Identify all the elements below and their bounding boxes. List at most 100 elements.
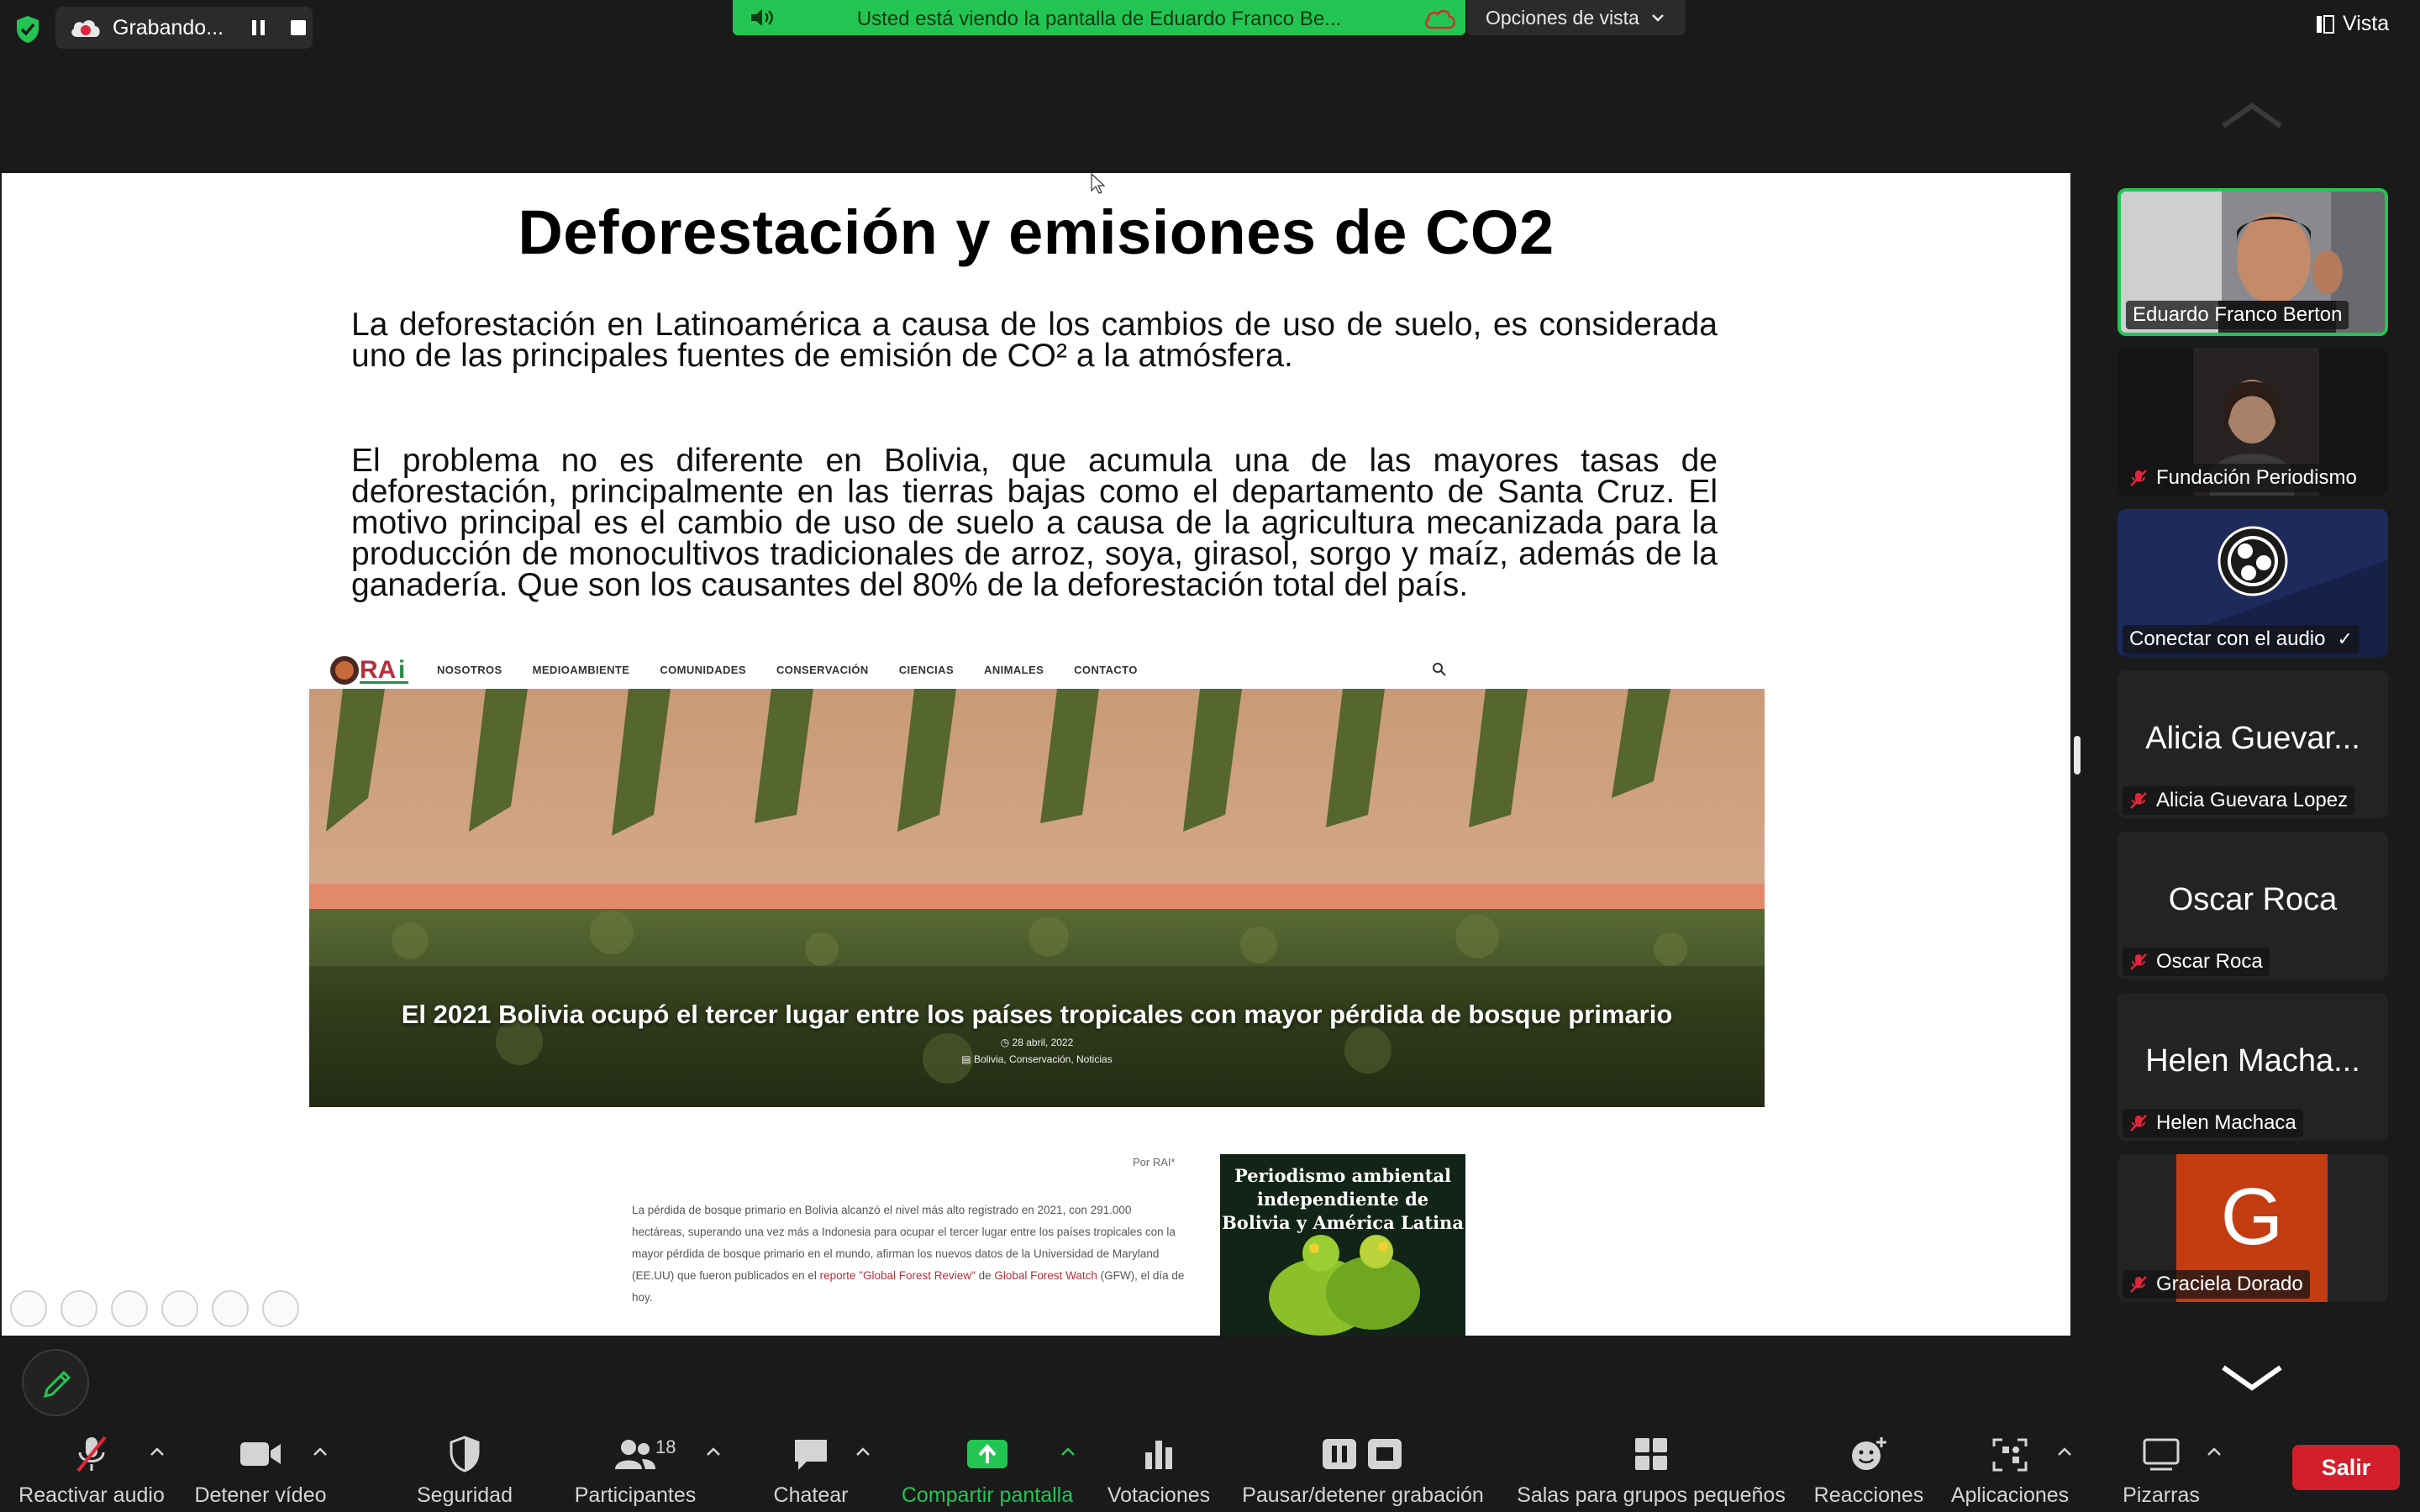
share-screen-button[interactable]: Compartir pantalla [892, 1421, 1082, 1512]
article-tags: ▤ Bolivia, Conservación, Noticias [961, 1053, 1113, 1065]
nav-item-comunidades: COMUNIDADES [660, 664, 746, 676]
polls-button[interactable]: Votaciones [1101, 1421, 1217, 1512]
article-link-report: reporte "Global Forest Review" [819, 1269, 976, 1282]
article-byline: Por RAI* [1133, 1156, 1176, 1168]
leave-meeting-button[interactable]: Salir [2292, 1445, 2400, 1490]
more-options-icon[interactable] [262, 1290, 299, 1327]
chevron-up-icon[interactable] [2207, 1446, 2222, 1457]
whiteboards-button[interactable]: Pizarras [2107, 1421, 2215, 1512]
chat-bubble-icon [795, 1440, 827, 1470]
participant-name: Helen Machaca [2123, 1109, 2303, 1137]
reactions-button[interactable]: Reacciones [1807, 1421, 1931, 1512]
avatar-initial: G [2220, 1172, 2284, 1262]
share-banner-text: Usted está viendo la pantalla de Eduardo… [856, 8, 1342, 30]
participant-name: Eduardo Franco Berton [2126, 301, 2349, 329]
article-headline: El 2021 Bolivia ocupó el tercer lugar en… [401, 1000, 1673, 1029]
svg-text:i: i [398, 656, 405, 684]
chat-button[interactable]: Chatear [756, 1421, 865, 1512]
participant-display-name: Helen Macha... [2145, 1043, 2360, 1079]
view-options-label: Opciones de vista [1486, 6, 1639, 29]
muted-mic-icon [76, 1436, 107, 1473]
screen-share-banner: Usted está viendo la pantalla de Eduardo… [733, 0, 1465, 35]
pause-stop-icon [1323, 1439, 1402, 1469]
cloud-recording-icon [71, 20, 100, 37]
slides-grid-icon[interactable] [161, 1290, 198, 1327]
shared-screen[interactable]: Deforestación y emisiones de CO2 La defo… [2, 173, 2070, 1336]
slide-annotation-tools [10, 1290, 313, 1327]
chevron-up-icon[interactable] [2218, 99, 2286, 133]
stop-recording-icon[interactable] [291, 20, 306, 35]
split-handle[interactable] [2074, 736, 2081, 774]
slide-paragraph-2: El problema no es diferente en Bolivia, … [351, 443, 1718, 603]
muted-mic-icon [2130, 792, 2147, 809]
participant-name: Alicia Guevara Lopez [2123, 786, 2355, 815]
pencil-icon [43, 1370, 71, 1399]
chevron-up-icon[interactable] [1060, 1446, 1076, 1457]
cloud-icon [1424, 9, 1455, 29]
chevron-down-icon[interactable] [2218, 1361, 2286, 1394]
participant-name: Fundación Periodismo [2123, 464, 2364, 492]
participants-button[interactable]: 18 Participantes [568, 1421, 702, 1512]
nav-item-animales: ANIMALES [984, 664, 1044, 676]
chevron-up-icon[interactable] [706, 1446, 721, 1457]
security-button[interactable]: Seguridad [402, 1421, 528, 1512]
slide-title: Deforestación y emisiones de CO2 [518, 197, 1555, 267]
article-date: ◷ 28 abril, 2022 [1000, 1037, 1074, 1048]
nav-item-ciencias: CIENCIAS [898, 664, 955, 676]
stop-video-button[interactable]: Detener vídeo [185, 1421, 336, 1512]
breakout-rooms-icon [1635, 1438, 1667, 1470]
view-options-dropdown[interactable]: Opciones de vista [1467, 0, 1686, 35]
video-tile-obs[interactable]: Conectar con el audio ✓ [2118, 509, 2388, 657]
check-icon: ✓ [2337, 628, 2353, 649]
view-grid-icon [2317, 14, 2334, 34]
rai-logo: RA i [330, 656, 408, 685]
participant-name: Graciela Dorado [2123, 1270, 2310, 1299]
participant-name: Oscar Roca [2123, 948, 2270, 976]
video-tile-eduardo[interactable]: Eduardo Franco Berton [2118, 188, 2388, 336]
top-bar: Grabando... Usted está viendo la pantall… [0, 0, 2420, 55]
nav-item-nosotros: NOSOTROS [437, 664, 502, 676]
participant-display-name: Oscar Roca [2168, 882, 2338, 917]
chevron-up-icon[interactable] [855, 1446, 871, 1457]
view-button[interactable]: Vista [2316, 12, 2389, 36]
magazine-title: Periodismo ambiental independiente de Bo… [1222, 1165, 1464, 1233]
video-tile-helen[interactable]: Helen Macha... Helen Machaca [2118, 993, 2388, 1141]
bar-chart-icon [1145, 1441, 1172, 1469]
chevron-up-icon[interactable] [150, 1446, 165, 1457]
shield-icon [450, 1436, 480, 1473]
nav-item-conservacion: CONSERVACIÓN [776, 664, 869, 676]
annotate-button[interactable] [22, 1349, 89, 1416]
breakout-rooms-button[interactable]: Salas para grupos pequeños [1512, 1421, 1790, 1512]
unmute-button[interactable]: Reactivar audio [12, 1421, 171, 1512]
previous-slide-icon[interactable] [10, 1290, 47, 1327]
deforestation-aerial-photo: El 2021 Bolivia ocupó el tercer lugar en… [309, 689, 1765, 1107]
chevron-up-icon[interactable] [313, 1446, 328, 1457]
participants-icon [615, 1440, 655, 1469]
video-camera-icon [240, 1442, 281, 1466]
video-tile-graciela[interactable]: G Graciela Dorado [2118, 1154, 2388, 1302]
nav-item-medioambiente: MEDIOAMBIENTE [532, 664, 630, 676]
view-label: Vista [2343, 12, 2390, 35]
chevron-up-icon[interactable] [2057, 1446, 2072, 1457]
magazine-cover: Periodismo ambiental independiente de Bo… [1220, 1154, 1465, 1336]
article-mid: de [975, 1269, 995, 1282]
apps-icon [1992, 1438, 2028, 1472]
chevron-down-icon [1651, 14, 1664, 22]
muted-mic-icon [2130, 470, 2147, 486]
pause-recording-icon[interactable] [250, 19, 267, 36]
pen-tool-icon[interactable] [111, 1290, 148, 1327]
participant-display-name: Alicia Guevar... [2145, 721, 2360, 756]
recording-indicator[interactable]: Grabando... [55, 7, 313, 49]
video-tile-fundacion[interactable]: Fundación Periodismo [2118, 348, 2388, 496]
article-link-gfw: Global Forest Watch [994, 1269, 1097, 1282]
whiteboard-icon [2143, 1438, 2180, 1471]
video-tile-alicia[interactable]: Alicia Guevar... Alicia Guevara Lopez [2118, 670, 2388, 818]
apps-button[interactable]: Aplicaciones [1944, 1421, 2075, 1512]
zoom-icon[interactable] [212, 1290, 249, 1327]
next-slide-icon[interactable] [60, 1290, 97, 1327]
pause-stop-recording-button[interactable]: Pausar/detener grabación [1237, 1421, 1489, 1512]
mouse-cursor-icon [1091, 173, 1106, 194]
recording-label: Grabando... [113, 15, 224, 39]
video-tile-oscar[interactable]: Oscar Roca Oscar Roca [2118, 832, 2388, 979]
shield-check-icon[interactable] [15, 15, 40, 44]
